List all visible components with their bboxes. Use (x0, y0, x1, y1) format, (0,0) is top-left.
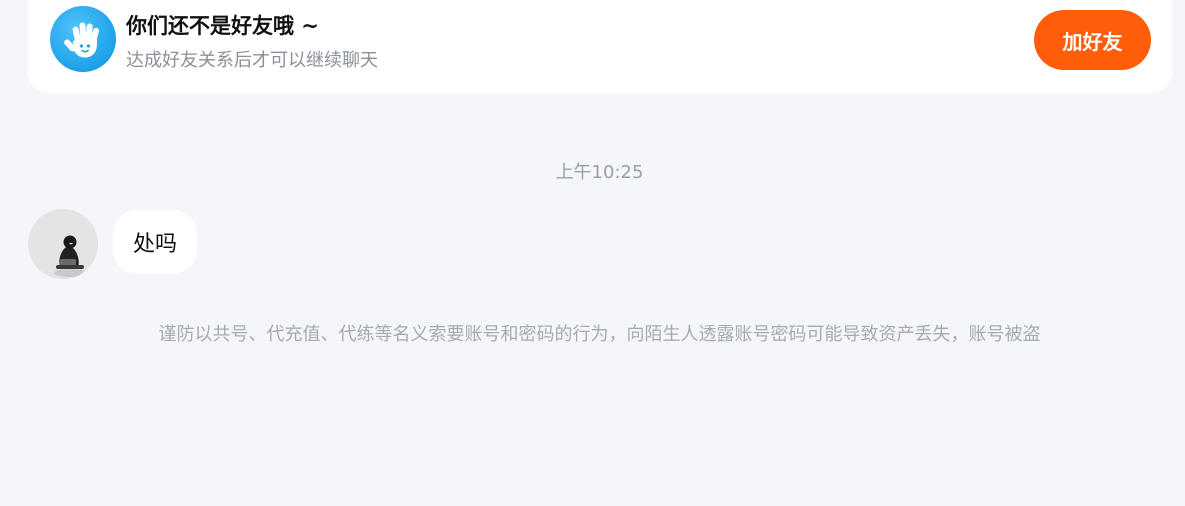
friend-notice-title: 你们还不是好友哦 ~ (126, 14, 319, 38)
safety-warning-text: 谨防以共号、代充值、代练等名义索要账号和密码的行为，向陌生人透露账号密码可能导致… (158, 324, 1041, 345)
friend-notice-subtitle: 达成好友关系后才可以继续聊天 (126, 50, 378, 71)
avatar[interactable] (28, 209, 98, 279)
chat-page: 你们还不是好友哦 ~ 达成好友关系后才可以继续聊天 加好友 上午10:25 处吗… (0, 0, 1185, 506)
message-timestamp: 上午10:25 (555, 162, 644, 183)
friend-status-card: 你们还不是好友哦 ~ 达成好友关系后才可以继续聊天 加好友 (28, 0, 1172, 93)
waving-hand-icon (50, 6, 116, 72)
message-bubble[interactable]: 处吗 (113, 210, 198, 274)
add-friend-button[interactable]: 加好友 (1034, 10, 1151, 70)
